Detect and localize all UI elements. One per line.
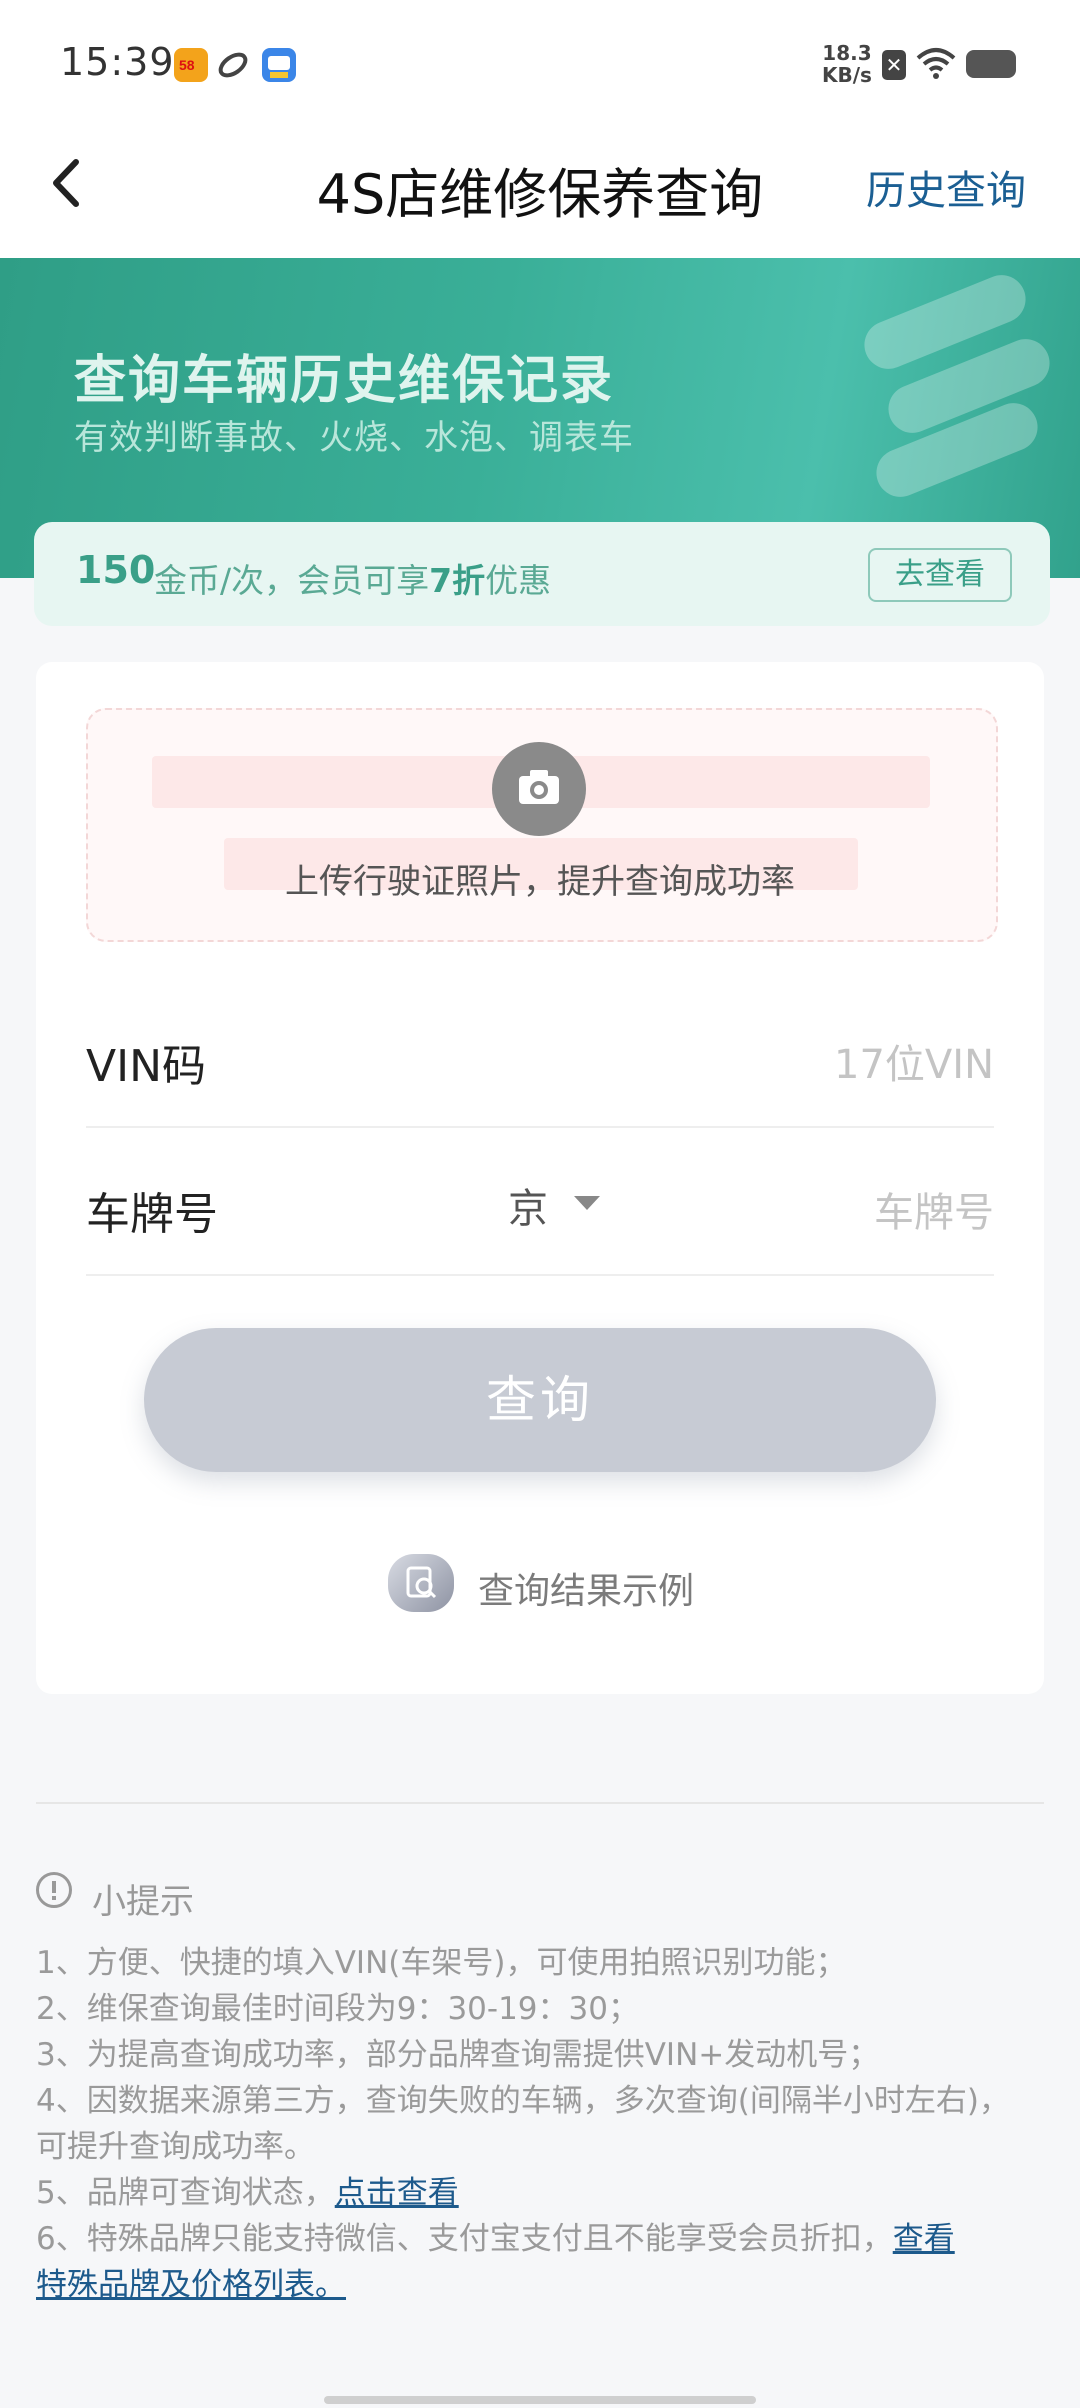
tips-title: 小提示 (92, 1882, 194, 1922)
promo-discount: 7折 (429, 561, 486, 600)
network-speed-value: 18.3 (822, 41, 872, 65)
58-app-glyph: 58 (179, 57, 195, 73)
history-query-link[interactable]: 历史查询 (866, 158, 1026, 216)
bus-app-icon (262, 48, 296, 82)
orbit-app-glyph (218, 52, 248, 78)
orbit-app-icon (216, 48, 250, 82)
battery-icon (966, 50, 1016, 78)
wifi-icon (916, 46, 956, 84)
tip-item: 可提升查询成功率。 (36, 2129, 315, 2165)
query-button[interactable]: 查询 (144, 1328, 936, 1472)
bus-app-glyph (268, 56, 290, 78)
network-speed: 18.3 KB/s (822, 42, 872, 86)
promo-price: 150 (76, 548, 156, 592)
status-time: 15:39 (60, 40, 175, 84)
row-divider (86, 1274, 994, 1276)
section-divider (36, 1802, 1044, 1804)
tip-item: 4、因数据来源第三方，查询失败的车辆，多次查询(间隔半小时左右)， (36, 2083, 1010, 2119)
info-glyph (52, 1881, 56, 1900)
promo-text-prefix: 金币/次，会员可享 (154, 561, 430, 600)
tip-item: 3、为提高查询成功率，部分品牌查询需提供VIN+发动机号； (36, 2037, 880, 2073)
upload-hint: 上传行驶证照片，提升查询成功率 (285, 862, 795, 902)
tip-item: 1、方便、快捷的填入VIN(车架号)，可使用拍照识别功能； (36, 1945, 847, 1981)
tip-5-text: 5、品牌可查询状态， (36, 2175, 335, 2211)
plate-province-select[interactable]: 京 (508, 1176, 548, 1234)
camera-icon[interactable] (492, 742, 586, 836)
result-example-link[interactable]: 查询结果示例 (478, 1562, 694, 1614)
search-document-glyph (406, 1566, 437, 1599)
home-indicator[interactable] (324, 2396, 756, 2404)
plate-label: 车牌号 (86, 1189, 218, 1240)
promo-text-suffix: 优惠 (485, 561, 552, 600)
info-icon (36, 1872, 72, 1908)
tip-item: 6、特殊品牌只能支持微信、支付宝支付且不能享受会员折扣，查看 (36, 2216, 1046, 2262)
vin-label: VIN码 (86, 1041, 206, 1092)
wifi-glyph (916, 48, 956, 79)
promo-view-button[interactable]: 去查看 (868, 548, 1012, 602)
banner-title: 查询车辆历史维保记录 (74, 351, 615, 411)
svg-text:58: 58 (179, 57, 195, 73)
brand-status-link[interactable]: 点击查看 (335, 2175, 459, 2211)
network-speed-unit: KB/s (822, 63, 872, 87)
special-brand-price-link[interactable]: 特殊品牌及价格列表。 (36, 2267, 346, 2303)
camera-glyph (519, 770, 559, 804)
tip-item: 2、维保查询最佳时间段为9：30-19：30； (36, 1991, 639, 2027)
promo-text: 金币/次，会员可享7折优惠 (154, 554, 551, 602)
search-document-icon[interactable] (388, 1554, 454, 1612)
tip-item: 5、品牌可查询状态，点击查看 (36, 2170, 1046, 2216)
banner-subtitle: 有效判断事故、火烧、水泡、调表车 (74, 418, 634, 458)
58-app-icon: 58 (174, 48, 208, 82)
vin-input[interactable]: 17位VIN (834, 1032, 994, 1090)
tip-item: 特殊品牌及价格列表。 (36, 2262, 1046, 2308)
tip-6-text: 6、特殊品牌只能支持微信、支付宝支付且不能享受会员折扣， (36, 2221, 893, 2257)
chevron-down-icon[interactable] (574, 1196, 600, 1210)
plate-input[interactable]: 车牌号 (874, 1180, 994, 1238)
notification-x-icon: ✕ (882, 50, 906, 80)
special-brand-link[interactable]: 查看 (893, 2221, 955, 2257)
row-divider (86, 1126, 994, 1128)
